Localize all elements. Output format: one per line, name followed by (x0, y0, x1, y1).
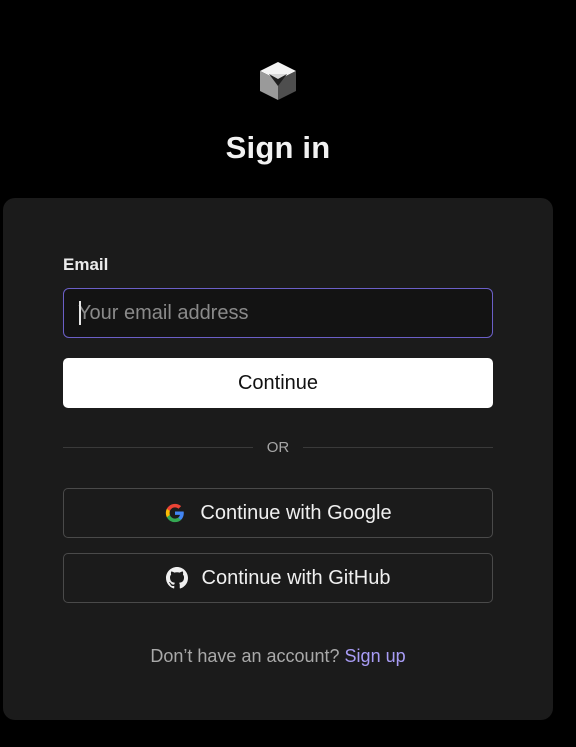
divider-text: OR (266, 439, 290, 456)
github-button-label: Continue with GitHub (201, 566, 391, 589)
continue-with-github-button[interactable]: Continue with GitHub (63, 553, 493, 603)
google-button-label: Continue with Google (200, 501, 392, 524)
divider-line-left (63, 447, 253, 448)
sign-in-page: Sign in Email Continue OR Continue with … (0, 0, 576, 747)
divider-line-right (303, 447, 493, 448)
text-caret (79, 301, 81, 325)
continue-button[interactable]: Continue (63, 358, 493, 408)
cube-logo-icon (260, 62, 296, 100)
continue-with-google-button[interactable]: Continue with Google (63, 488, 493, 538)
signup-prompt-text: Don’t have an account? (150, 646, 340, 666)
page-title: Sign in (225, 130, 331, 165)
email-field[interactable] (63, 288, 493, 338)
github-icon (165, 567, 188, 589)
signup-prompt: Don’t have an account? Sign up (3, 646, 553, 667)
google-icon (166, 503, 185, 523)
sign-up-link[interactable]: Sign up (345, 646, 406, 666)
email-label: Email (63, 255, 109, 274)
sign-in-card: Email Continue OR Continue with Google C… (3, 198, 553, 720)
